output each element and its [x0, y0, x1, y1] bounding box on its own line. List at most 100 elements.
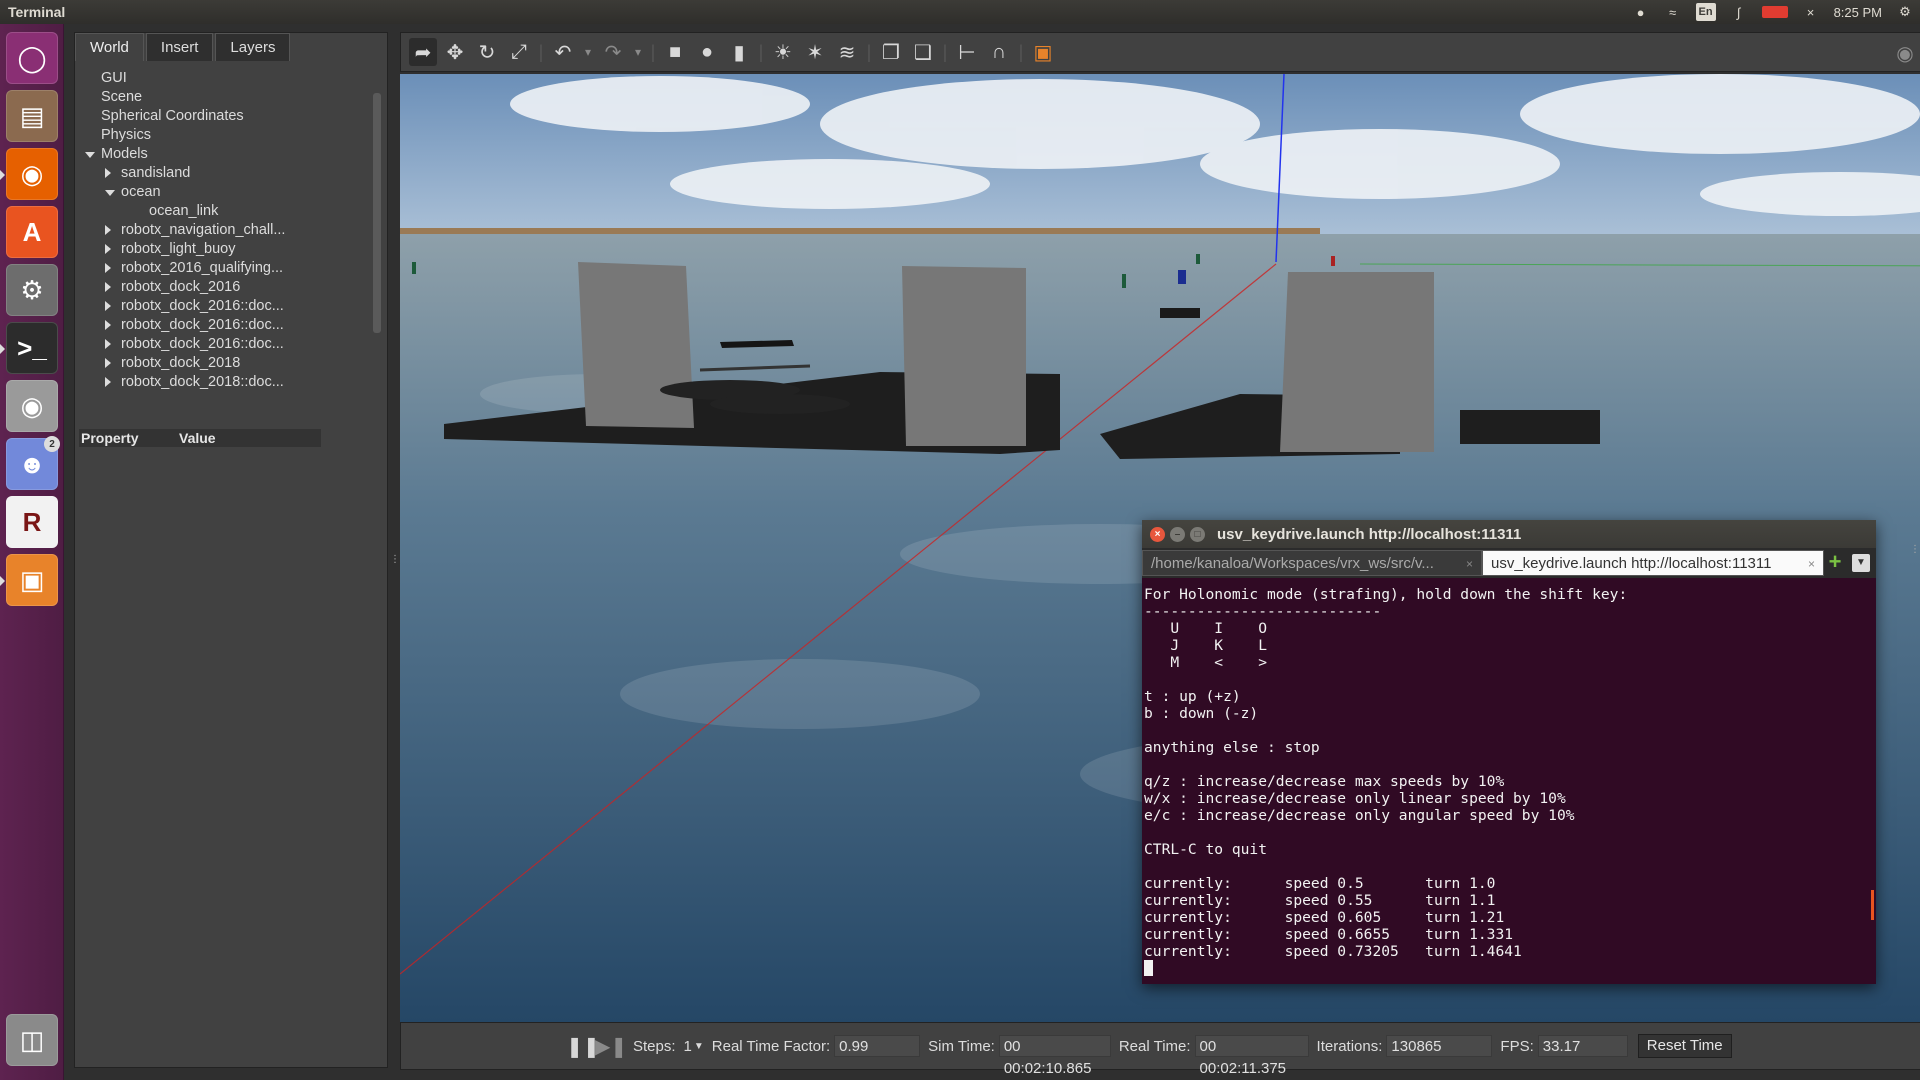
bluetooth-icon[interactable]: ∫ — [1730, 3, 1748, 21]
maximize-icon[interactable]: □ — [1190, 526, 1205, 542]
close-icon[interactable]: × — [1150, 526, 1165, 542]
collapsed-arrow-icon[interactable] — [105, 263, 111, 273]
system-gear-icon[interactable]: ⚙ — [1896, 3, 1914, 21]
align-icon[interactable]: ⊢ — [953, 38, 981, 66]
view-angle-icon[interactable]: ▣ — [1029, 38, 1057, 66]
launcher-trash-button[interactable]: ◫ — [6, 1014, 58, 1066]
snap-icon[interactable]: ∩ — [985, 38, 1013, 66]
collapsed-arrow-icon[interactable] — [105, 225, 111, 235]
launcher-r-logo-button[interactable]: R — [6, 496, 58, 548]
tree-item[interactable]: Spherical Coordinates — [79, 107, 379, 126]
collapsed-arrow-icon[interactable] — [105, 244, 111, 254]
collapsed-arrow-icon[interactable] — [105, 339, 111, 349]
collapsed-arrow-icon[interactable] — [105, 377, 111, 387]
translate-icon[interactable]: ✥ — [441, 38, 469, 66]
tree-item[interactable]: ocean — [79, 183, 379, 202]
battery-icon[interactable] — [1761, 6, 1788, 18]
copy-icon[interactable]: ❐ — [877, 38, 905, 66]
expanded-arrow-icon[interactable] — [105, 190, 115, 196]
tree-item-label: ocean_link — [149, 203, 219, 219]
spot-light-icon[interactable]: ✶ — [801, 38, 829, 66]
wifi-icon[interactable]: ≈ — [1664, 3, 1682, 21]
keyboard-language-indicator[interactable]: En — [1695, 3, 1716, 21]
tree-item[interactable]: Physics — [79, 126, 379, 145]
launcher-camera-button[interactable]: ◉ — [6, 380, 58, 432]
clock[interactable]: 8:25 PM — [1834, 3, 1882, 21]
tree-scrollbar[interactable] — [373, 93, 381, 333]
expanded-arrow-icon[interactable] — [85, 152, 95, 158]
tab-menu-dropdown-icon[interactable]: ▼ — [1852, 554, 1870, 572]
launcher-terminal-button[interactable]: >_ — [6, 322, 58, 374]
redo-icon[interactable]: ↷ — [599, 38, 627, 66]
launcher-discord-button[interactable]: ☻ 2 — [6, 436, 60, 490]
terminal-line: currently: speed 0.605 turn 1.21 — [1144, 909, 1505, 926]
collapsed-arrow-icon[interactable] — [105, 301, 111, 311]
launcher-firefox-button[interactable]: ◉ — [6, 148, 58, 200]
close-tab-icon[interactable]: × — [1466, 551, 1473, 575]
redo-dropdown-icon[interactable]: ▾ — [631, 38, 645, 66]
tree-item[interactable]: robotx_dock_2018::doc... — [79, 373, 379, 392]
tree-item[interactable]: robotx_dock_2016::doc... — [79, 316, 379, 335]
tab-layers[interactable]: Layers — [215, 33, 291, 61]
close-tab-icon[interactable]: × — [1808, 551, 1815, 575]
tree-item[interactable]: ocean_link — [79, 202, 379, 221]
discord-tray-icon[interactable]: ● — [1632, 3, 1650, 21]
tree-item[interactable]: Scene — [79, 88, 379, 107]
cylinder-shape-icon[interactable]: ▮ — [725, 38, 753, 66]
point-light-icon[interactable]: ☀ — [769, 38, 797, 66]
terminal-titlebar[interactable]: × – □ usv_keydrive.launch http://localho… — [1142, 520, 1876, 548]
terminal-window[interactable]: × – □ usv_keydrive.launch http://localho… — [1142, 520, 1876, 984]
directional-light-icon[interactable]: ≋ — [833, 38, 861, 66]
launcher-gear-wrench-button[interactable]: ⚙ — [6, 264, 58, 316]
steps-value[interactable]: 1 — [684, 1038, 692, 1055]
terminal-line: --------------------------- — [1144, 603, 1382, 620]
tab-world[interactable]: World — [75, 33, 144, 61]
world-tree[interactable]: GUI Scene Spherical Coordinates Physics Mode… — [79, 69, 379, 429]
volume-muted-icon[interactable]: × — [1802, 3, 1820, 21]
tree-item[interactable]: robotx_dock_2018 — [79, 354, 379, 373]
tree-item[interactable]: GUI — [79, 69, 379, 88]
collapsed-arrow-icon[interactable] — [105, 168, 111, 178]
tree-item[interactable]: robotx_dock_2016::doc... — [79, 297, 379, 316]
terminal-tab[interactable]: /home/kanaloa/Workspaces/vrx_ws/src/v...… — [1142, 550, 1482, 576]
tree-item[interactable]: robotx_light_buoy — [79, 240, 379, 259]
launcher-ubuntu-logo-button[interactable]: ◯ — [6, 32, 58, 84]
paste-icon[interactable]: ❑ — [909, 38, 937, 66]
new-tab-plus-icon[interactable]: + — [1824, 550, 1846, 576]
firefox-icon: ◉ — [20, 158, 44, 189]
tree-item[interactable]: robotx_2016_qualifying... — [79, 259, 379, 278]
reset-time-button[interactable]: Reset Time — [1637, 1034, 1732, 1058]
terminal-tab[interactable]: usv_keydrive.launch http://localhost:113… — [1482, 550, 1824, 576]
step-icon[interactable]: ▶❚ — [595, 1032, 627, 1060]
launcher-file-cabinet-button[interactable]: ▤ — [6, 90, 58, 142]
undo-icon[interactable]: ↶ — [549, 38, 577, 66]
minimize-icon[interactable]: – — [1170, 526, 1185, 542]
terminal-output[interactable]: For Holonomic mode (strafing), hold down… — [1142, 586, 1876, 984]
tree-item[interactable]: robotx_dock_2016::doc... — [79, 335, 379, 354]
tree-item[interactable]: robotx_dock_2016 — [79, 278, 379, 297]
collapsed-arrow-icon[interactable] — [105, 358, 111, 368]
panel-splitter-handle[interactable]: ⋮ — [390, 554, 400, 568]
scale-icon[interactable]: ⤢ — [505, 38, 533, 66]
steps-dropdown-icon[interactable]: ▼ — [694, 1041, 704, 1052]
tree-item[interactable]: robotx_navigation_chall... — [79, 221, 379, 240]
undo-dropdown-icon[interactable]: ▾ — [581, 38, 595, 66]
collapsed-arrow-icon[interactable] — [105, 282, 111, 292]
tree-item[interactable]: Models — [79, 145, 379, 164]
tree-item[interactable]: sandisland — [79, 164, 379, 183]
right-splitter-handle[interactable]: ⋮ — [1910, 544, 1920, 555]
collapsed-arrow-icon[interactable] — [105, 320, 111, 330]
box-shape-icon[interactable]: ■ — [661, 38, 689, 66]
pause-icon[interactable]: ❚❚ — [566, 1032, 600, 1060]
tree-item-label: robotx_dock_2016::doc... — [121, 317, 284, 333]
launcher-shopping-bag-button[interactable]: A — [6, 206, 58, 258]
select-arrow-icon[interactable]: ➦ — [409, 38, 437, 66]
sphere-shape-icon[interactable]: ● — [693, 38, 721, 66]
screenshot-camera-icon[interactable]: ◉ — [1891, 39, 1919, 67]
launcher-gazebo-box-button[interactable]: ▣ — [6, 554, 58, 606]
tab-insert[interactable]: Insert — [145, 33, 214, 61]
rotate-icon[interactable]: ↻ — [473, 38, 501, 66]
terminal-scrollbar[interactable] — [1871, 890, 1874, 920]
